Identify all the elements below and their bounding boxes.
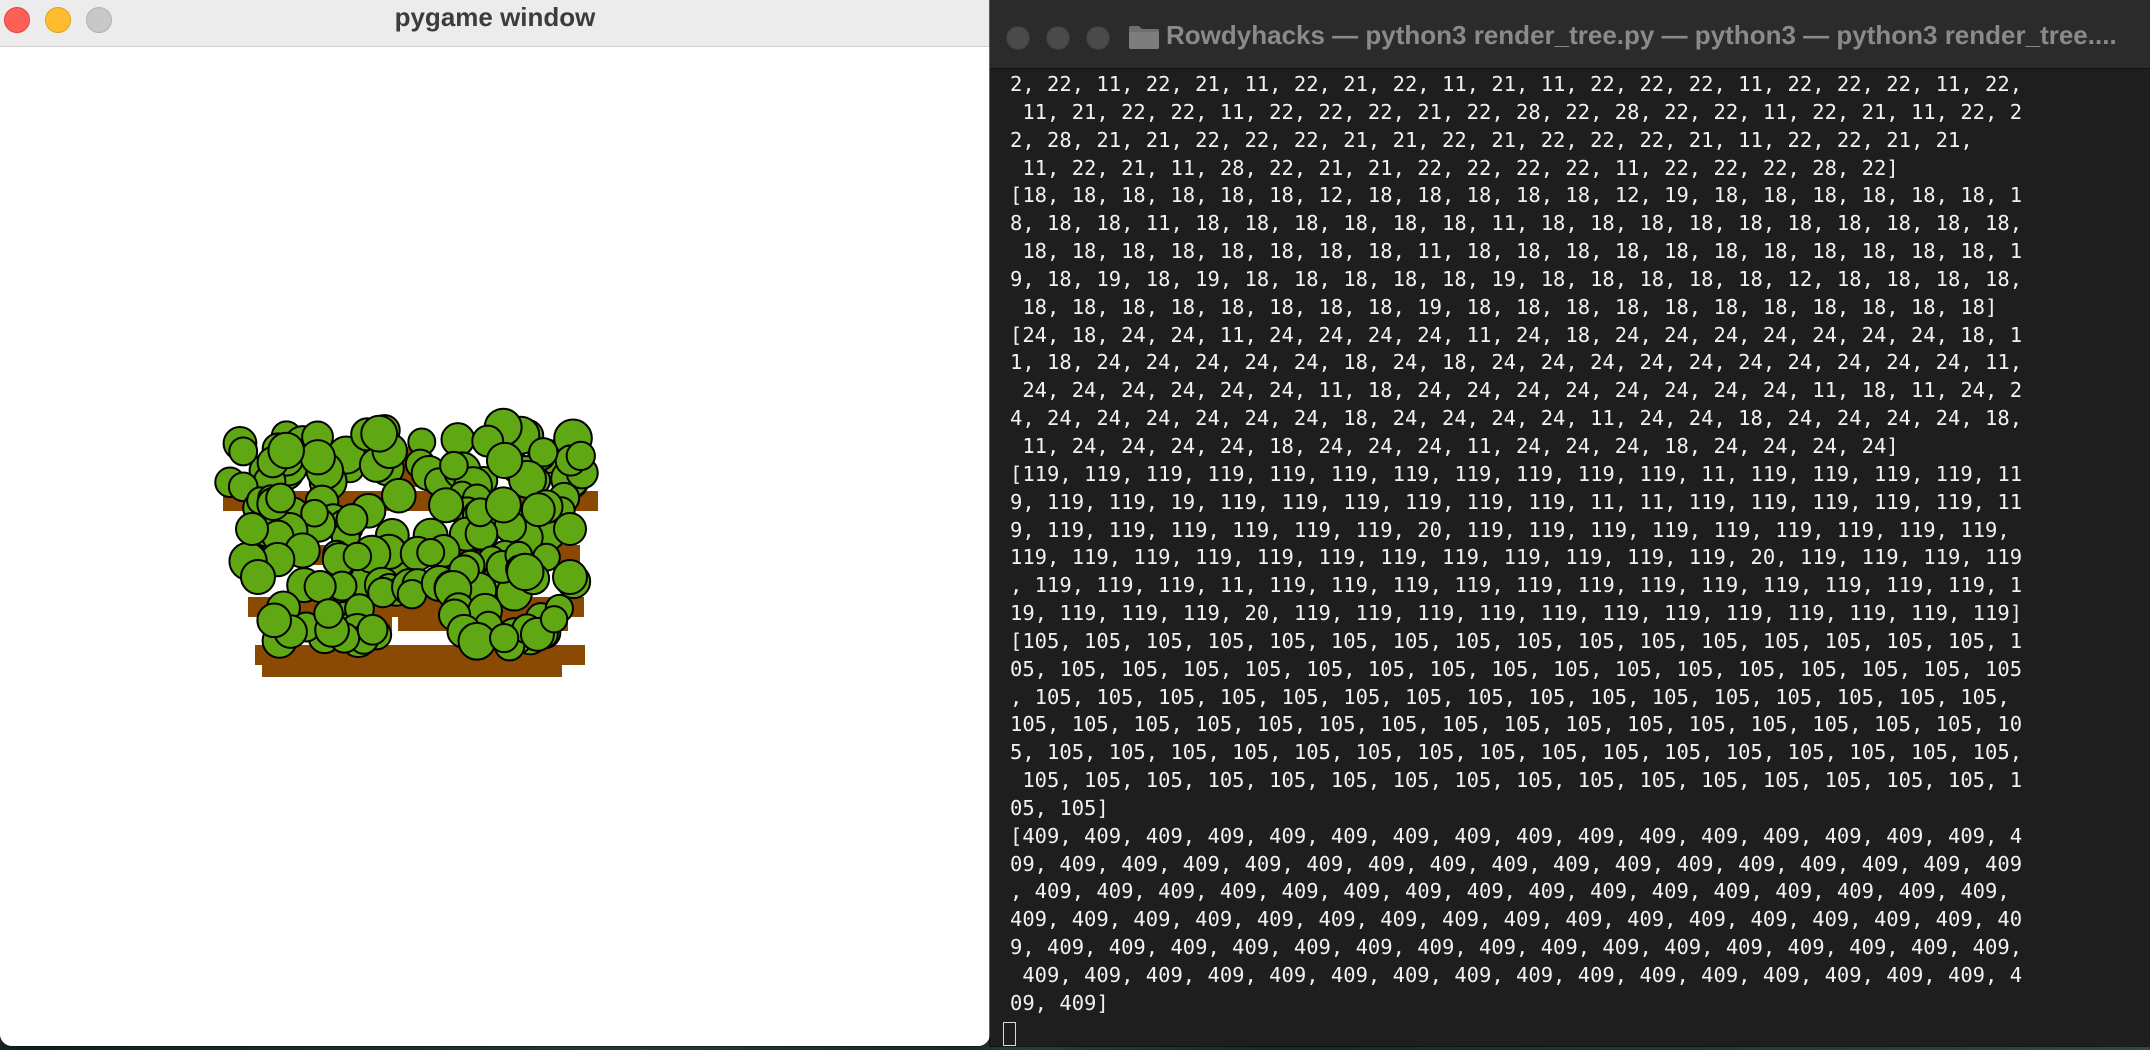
terminal-line: , 119, 119, 119, 11, 119, 119, 119, 119,… [1010, 573, 2023, 598]
leaf [520, 492, 556, 528]
terminal-line: [18, 18, 18, 18, 18, 18, 12, 18, 18, 18,… [1010, 183, 2023, 208]
terminal-line: , 409, 409, 409, 409, 409, 409, 409, 409… [1010, 879, 2010, 904]
terminal-line: 24, 24, 24, 24, 24, 24, 11, 18, 24, 24, … [1010, 378, 2023, 403]
branch [262, 663, 562, 677]
terminal-title: Rowdyhacks — python3 render_tree.py — py… [1166, 20, 2117, 50]
terminal-line: [24, 18, 24, 24, 11, 24, 24, 24, 24, 11,… [1010, 322, 2023, 347]
leaf [335, 503, 369, 536]
leaf [484, 486, 522, 524]
terminal-output[interactable]: 2, 22, 11, 22, 21, 11, 22, 21, 22, 11, 2… [1010, 71, 2146, 1018]
terminal-line: 18, 18, 18, 18, 18, 18, 18, 18, 11, 18, … [1010, 239, 2023, 264]
terminal-line: 2, 22, 11, 22, 21, 11, 22, 21, 22, 11, 2… [1010, 72, 2023, 96]
leaf [240, 559, 276, 595]
leaf [552, 559, 588, 595]
leaf [303, 569, 337, 604]
terminal-cursor [1003, 1022, 1016, 1046]
terminal-line: 11, 24, 24, 24, 24, 18, 24, 24, 24, 11, … [1010, 433, 1899, 458]
terminal-line: 18, 18, 18, 18, 18, 18, 18, 18, 19, 18, … [1010, 294, 1998, 319]
terminal-line: 09, 409, 409, 409, 409, 409, 409, 409, 4… [1010, 851, 2023, 876]
folder-icon [1129, 26, 1159, 49]
leaf [267, 431, 305, 470]
window-title: pygame window [394, 2, 596, 32]
leaf [539, 605, 569, 634]
pygame-titlebar[interactable]: pygame window [0, 0, 990, 47]
leaf [506, 552, 545, 592]
terminal-line: 1, 18, 24, 24, 24, 24, 24, 18, 24, 18, 2… [1010, 350, 2023, 375]
leaf [489, 622, 520, 654]
leaf [416, 538, 446, 567]
terminal-line: 9, 119, 119, 119, 119, 119, 119, 20, 119… [1010, 517, 2010, 542]
leaf [228, 436, 259, 467]
leaf [360, 414, 399, 453]
terminal-line: 119, 119, 119, 119, 119, 119, 119, 119, … [1010, 545, 2023, 570]
terminal-line: 11, 22, 21, 11, 28, 22, 21, 21, 22, 22, … [1010, 155, 1899, 180]
tree-render [214, 407, 599, 677]
terminal-line: 4, 24, 24, 24, 24, 24, 24, 18, 24, 24, 2… [1010, 406, 2023, 431]
leaf [428, 487, 465, 524]
terminal-line: 105, 105, 105, 105, 105, 105, 105, 105, … [1010, 712, 2023, 737]
leaf [342, 541, 373, 572]
terminal-line: [105, 105, 105, 105, 105, 105, 105, 105,… [1010, 628, 2023, 653]
leaf [553, 512, 587, 546]
terminal-line: 9, 409, 409, 409, 409, 409, 409, 409, 40… [1010, 935, 2023, 960]
leaf [313, 598, 344, 629]
pygame-window: pygame window [0, 0, 990, 1046]
leaf [565, 440, 596, 472]
terminal-line: [119, 119, 119, 119, 119, 119, 119, 119,… [1010, 461, 2023, 486]
leaf [235, 512, 269, 546]
leaf [439, 450, 469, 481]
terminal-line: 5, 105, 105, 105, 105, 105, 105, 105, 10… [1010, 740, 2023, 765]
terminal-line: 9, 18, 19, 18, 19, 18, 18, 18, 18, 18, 1… [1010, 266, 2023, 291]
terminal-line: 05, 105] [1010, 795, 1109, 820]
pygame-canvas[interactable] [0, 47, 990, 1046]
terminal-line: 105, 105, 105, 105, 105, 105, 105, 105, … [1010, 768, 2023, 793]
terminal-line: 11, 21, 22, 22, 11, 22, 22, 22, 21, 22, … [1010, 99, 2023, 124]
terminal-line: 19, 119, 119, 119, 20, 119, 119, 119, 11… [1010, 601, 2023, 626]
close-button[interactable] [1006, 26, 1030, 50]
terminal-line: 409, 409, 409, 409, 409, 409, 409, 409, … [1010, 963, 2023, 987]
terminal-line: 2, 28, 21, 21, 22, 22, 22, 21, 21, 22, 2… [1010, 127, 1973, 152]
terminal-line: 09, 409] [1010, 990, 1109, 1015]
terminal-titlebar[interactable]: Rowdyhacks — python3 render_tree.py — py… [990, 0, 2150, 69]
terminal-line: [409, 409, 409, 409, 409, 409, 409, 409,… [1010, 823, 2023, 848]
zoom-button[interactable] [1086, 26, 1110, 50]
leaf [485, 441, 524, 480]
minimize-button[interactable] [1046, 26, 1070, 50]
leaf [265, 482, 296, 514]
leaf [299, 439, 336, 476]
terminal-line: 05, 105, 105, 105, 105, 105, 105, 105, 1… [1010, 656, 2023, 681]
leaf [381, 477, 417, 514]
leaf [440, 422, 476, 457]
terminal-line: 8, 18, 18, 11, 18, 18, 18, 18, 18, 18, 1… [1010, 211, 2023, 236]
leaf [356, 613, 389, 646]
terminal-line: , 105, 105, 105, 105, 105, 105, 105, 105… [1010, 684, 2010, 709]
terminal-line: 409, 409, 409, 409, 409, 409, 409, 409, … [1010, 907, 2023, 932]
terminal-line: 9, 119, 119, 19, 119, 119, 119, 119, 119… [1010, 489, 2023, 514]
leaf [256, 602, 293, 639]
